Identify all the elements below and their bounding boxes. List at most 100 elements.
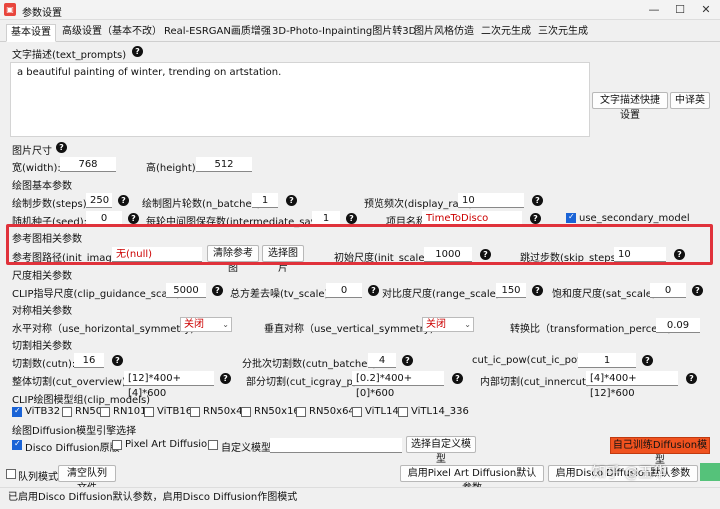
cut-icgray-label: 部分切割(cut_icgray_p):: [246, 377, 361, 388]
help-icon[interactable]: ?: [402, 355, 413, 366]
help-icon[interactable]: ?: [532, 195, 543, 206]
start-button-edge[interactable]: [700, 463, 720, 481]
prompt-shortcut-button[interactable]: 文字描述快捷设置: [592, 92, 668, 121]
sat-scale-input[interactable]: 0: [650, 283, 686, 298]
clip-model-checkbox[interactable]: [62, 407, 72, 417]
help-icon[interactable]: ?: [220, 373, 231, 384]
prompt-textarea[interactable]: a beautiful painting of winter, trending…: [10, 62, 590, 137]
cut-icgray-input[interactable]: [0.2]*400+[0]*600: [352, 371, 444, 399]
vertical-symmetry-select[interactable]: 关闭(false) ⌄: [422, 317, 474, 332]
help-icon[interactable]: ?: [452, 373, 463, 384]
clear-queue-button[interactable]: 清空队列文件: [58, 465, 116, 494]
clip-model-label: ViTL14: [365, 406, 399, 417]
tab-3d-photo[interactable]: 3D-Photo-Inpainting图片转3D: [268, 24, 420, 42]
height-label: 高(height):: [146, 163, 200, 174]
transformation-input[interactable]: 0.09: [656, 318, 700, 333]
width-label: 宽(width):: [12, 163, 61, 174]
disco-diffusion-label: Disco Diffusion原版: [25, 443, 120, 454]
cut-overview-input[interactable]: [12]*400+[4]*600: [124, 371, 214, 399]
height-input[interactable]: 512: [196, 157, 252, 172]
tab-style-transfer[interactable]: 图片风格仿造: [410, 24, 478, 42]
watermark: 知乎 @王华: [592, 465, 667, 481]
disco-diffusion-checkbox[interactable]: [12, 439, 22, 450]
help-icon[interactable]: ?: [128, 213, 139, 224]
clip-model-checkbox[interactable]: [296, 407, 306, 417]
chevron-down-icon: ⌄: [222, 320, 229, 329]
clip-guidance-input[interactable]: 5000: [166, 283, 206, 298]
help-icon[interactable]: ?: [530, 213, 541, 224]
help-icon[interactable]: ?: [212, 285, 223, 296]
clip-model-checkbox[interactable]: [241, 407, 251, 417]
tab-esrgan[interactable]: Real-ESRGAN画质增强: [160, 24, 275, 42]
diffusion-section-title: 绘图Diffusion模型引擎选择: [12, 426, 137, 437]
tab-basic[interactable]: 基本设置: [6, 24, 56, 42]
help-icon[interactable]: ?: [686, 373, 697, 384]
basic-section-title: 绘图基本参数: [12, 181, 72, 192]
cut-ic-pow-input[interactable]: 1: [578, 353, 636, 368]
clip-model-checkbox[interactable]: [352, 407, 362, 417]
clip-model-checkbox[interactable]: [12, 406, 22, 417]
maximize-button[interactable]: ☐: [670, 2, 690, 17]
custom-model-input[interactable]: [270, 438, 402, 453]
chevron-down-icon: ⌄: [464, 320, 471, 329]
clip-models-section-title: CLIP绘图模型组(clip_models): [12, 395, 151, 406]
tab-anime[interactable]: 二次元生成: [477, 24, 535, 42]
clip-model-label: RN101: [113, 406, 147, 417]
clip-model-checkbox[interactable]: [190, 407, 200, 417]
help-icon[interactable]: ?: [368, 285, 379, 296]
clip-model-checkbox[interactable]: [100, 407, 110, 417]
cut-innercut-input[interactable]: [4]*400+[12]*600: [586, 371, 678, 399]
help-icon[interactable]: ?: [56, 142, 67, 153]
cutn-input[interactable]: 16: [74, 353, 104, 368]
train-diffusion-button[interactable]: 自己训练Diffusion模型: [610, 437, 710, 466]
clip-model-label: ViTL14_336: [411, 406, 469, 417]
steps-input[interactable]: 250: [86, 193, 112, 208]
pixel-art-label: Pixel Art Diffusion: [125, 439, 214, 450]
help-icon[interactable]: ?: [532, 285, 543, 296]
cutn-label: 切割数(cutn):: [12, 359, 76, 370]
tab-realistic[interactable]: 三次元生成: [534, 24, 592, 42]
help-icon[interactable]: ?: [692, 285, 703, 296]
tab-bar: 基本设置 高级设置（基本不改） Real-ESRGAN画质增强 3D-Photo…: [0, 22, 720, 42]
clip-model-checkbox[interactable]: [398, 407, 408, 417]
clip-model-label: ViTB16: [157, 406, 193, 417]
batches-input[interactable]: 1: [252, 193, 278, 208]
scale-section-title: 尺度相关参数: [12, 271, 72, 282]
tab-advanced[interactable]: 高级设置（基本不改）: [58, 24, 166, 42]
queue-mode-checkbox[interactable]: [6, 469, 16, 479]
close-button[interactable]: ✕: [696, 2, 716, 17]
cut-overview-label: 整体切割(cut_overview):: [12, 377, 130, 388]
cutn-batches-label: 分批次切割数(cutn_batches):: [242, 359, 380, 370]
cut-innercut-label: 内部切割(cut_innercut):: [480, 377, 594, 388]
horizontal-symmetry-select[interactable]: 关闭(false) ⌄: [180, 317, 232, 332]
help-icon[interactable]: ?: [286, 195, 297, 206]
help-icon[interactable]: ?: [642, 355, 653, 366]
highlight-frame: [6, 224, 713, 265]
help-icon[interactable]: ?: [132, 46, 143, 57]
clip-model-label: RN50x64: [309, 406, 355, 417]
transformation-label: 转换比（transformation_percent): [510, 324, 672, 335]
queue-mode-label: 队列模式: [18, 472, 58, 483]
tv-scale-input[interactable]: 0: [326, 283, 362, 298]
status-bar: 已启用Disco Diffusion默认参数，启用Disco Diffusion…: [0, 487, 720, 509]
app-icon: ▣: [4, 3, 16, 16]
secondary-model-label: use_secondary_model: [579, 213, 690, 224]
help-icon[interactable]: ?: [118, 195, 129, 206]
range-scale-label: 对比度尺度(range_scale):: [382, 289, 504, 300]
secondary-model-checkbox[interactable]: [566, 212, 576, 223]
custom-model-checkbox[interactable]: [208, 440, 218, 450]
cutn-batches-input[interactable]: 4: [368, 353, 396, 368]
steps-label: 绘制步数(steps):: [12, 199, 91, 210]
translate-button[interactable]: 中译英: [670, 92, 710, 109]
help-icon[interactable]: ?: [112, 355, 123, 366]
pixel-art-checkbox[interactable]: [112, 440, 122, 450]
help-icon[interactable]: ?: [346, 213, 357, 224]
range-scale-input[interactable]: 150: [496, 283, 526, 298]
clip-model-checkbox[interactable]: [144, 407, 154, 417]
minimize-button[interactable]: —: [644, 2, 664, 17]
width-input[interactable]: 768: [60, 157, 116, 172]
display-rate-input[interactable]: 10: [458, 193, 524, 208]
choose-custom-model-button[interactable]: 选择自定义模型: [406, 436, 476, 465]
clip-model-label: ViTB32: [25, 406, 61, 417]
pixel-defaults-button[interactable]: 启用Pixel Art Diffusion默认参数: [400, 465, 544, 494]
